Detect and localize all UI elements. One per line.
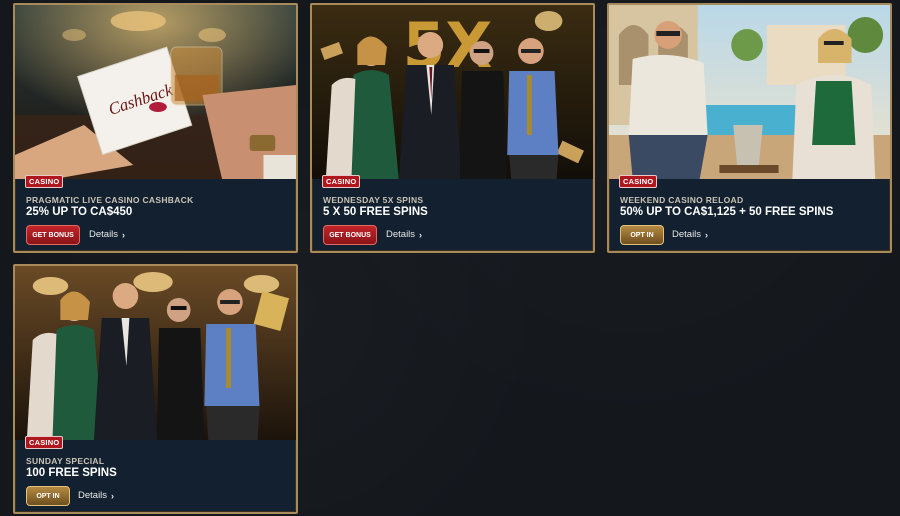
promo-card-sunday[interactable]: CASINO SUNDAY SPECIAL 100 FREE SPINS OPT…	[13, 264, 298, 514]
promo-card-wednesday[interactable]: 5X CASINO WEDNESDAY 5X SPINS 5 X 50 FREE…	[310, 3, 595, 253]
promo-title: WEEKEND CASINO RELOAD	[620, 195, 744, 205]
category-badge: CASINO	[619, 175, 658, 188]
details-label: Details	[89, 229, 119, 240]
details-label: Details	[78, 490, 108, 501]
chevron-right-icon: ›	[122, 229, 126, 240]
promo-image-sunday	[15, 266, 296, 440]
promo-card-cashback[interactable]: Cashback CASINO PRAGMATIC LIVE CASINO CA…	[13, 3, 298, 253]
opt-in-button[interactable]: OPT IN	[26, 486, 70, 506]
category-badge: CASINO	[25, 436, 64, 449]
promo-subtitle: 100 FREE SPINS	[26, 467, 117, 479]
details-link[interactable]: Details ›	[672, 229, 708, 240]
details-label: Details	[386, 229, 416, 240]
get-bonus-button[interactable]: GET BONUS	[26, 225, 80, 245]
promo-image-weekend	[609, 5, 890, 179]
get-bonus-button[interactable]: GET BONUS	[323, 225, 377, 245]
category-badge: CASINO	[25, 175, 64, 188]
chevron-right-icon: ›	[111, 490, 115, 501]
opt-in-button[interactable]: OPT IN	[620, 225, 664, 245]
promo-subtitle: 50% UP TO CA$1,125 + 50 FREE SPINS	[620, 206, 834, 218]
category-badge: CASINO	[322, 175, 361, 188]
promo-card-weekend[interactable]: CASINO WEEKEND CASINO RELOAD 50% UP TO C…	[607, 3, 892, 253]
promo-subtitle: 5 X 50 FREE SPINS	[323, 206, 428, 218]
details-link[interactable]: Details ›	[78, 490, 114, 501]
promo-subtitle: 25% UP TO CA$450	[26, 206, 133, 218]
promo-title: SUNDAY SPECIAL	[26, 456, 105, 466]
details-link[interactable]: Details ›	[89, 229, 125, 240]
details-label: Details	[672, 229, 702, 240]
promo-image-cashback: Cashback	[15, 5, 296, 179]
details-link[interactable]: Details ›	[386, 229, 422, 240]
chevron-right-icon: ›	[419, 229, 423, 240]
promo-title: WEDNESDAY 5X SPINS	[323, 195, 424, 205]
chevron-right-icon: ›	[705, 229, 709, 240]
promo-title: PRAGMATIC LIVE CASINO CASHBACK	[26, 195, 194, 205]
promo-image-wednesday: 5X	[312, 5, 593, 179]
